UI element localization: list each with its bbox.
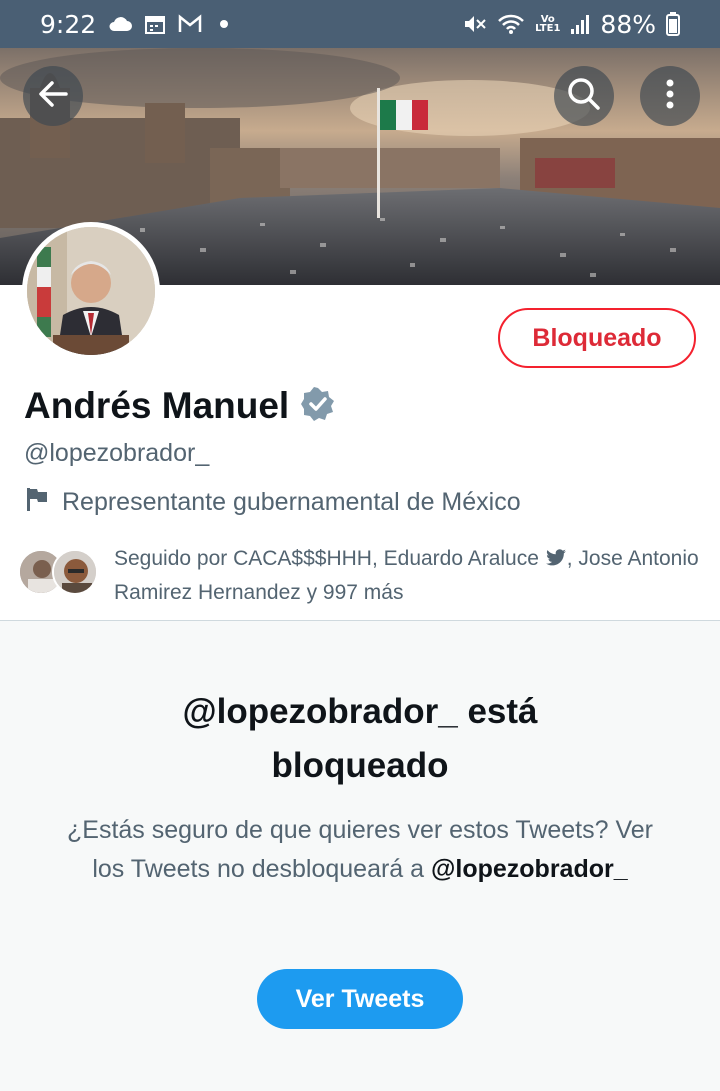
gmail-icon bbox=[178, 14, 202, 34]
more-vertical-icon bbox=[665, 78, 675, 115]
arrow-left-icon bbox=[36, 77, 70, 116]
twitter-bird-icon bbox=[545, 545, 567, 577]
volte-bottom-label: LTE1 bbox=[535, 23, 561, 34]
verified-badge-icon bbox=[301, 386, 335, 426]
followed-by-text: Seguido por CACA$$$HHH, Eduardo Araluce … bbox=[114, 543, 708, 609]
blocked-notice: @lopezobrador_ está bloqueado ¿Estás seg… bbox=[0, 621, 720, 1091]
profile-handle: @lopezobrador_ bbox=[24, 439, 210, 467]
profile-bio: Representante gubernamental de México bbox=[24, 486, 521, 519]
status-time: 9:22 bbox=[40, 9, 97, 39]
blocked-description: ¿Estás seguro de que quieres ver estos T… bbox=[60, 811, 660, 889]
calendar-icon bbox=[144, 13, 166, 35]
avatar-image bbox=[27, 227, 155, 355]
signal-icon bbox=[570, 13, 590, 35]
name-row: Andrés Manuel bbox=[24, 385, 335, 427]
flag-icon bbox=[24, 486, 50, 519]
battery-percent: 88% bbox=[600, 9, 656, 39]
notification-dot-icon bbox=[220, 20, 229, 28]
status-bar: 9:22 Vo LTE1 88% bbox=[0, 0, 720, 48]
wifi-icon bbox=[497, 13, 525, 35]
blocked-desc-handle: @lopezobrador_ bbox=[431, 855, 628, 883]
search-button[interactable] bbox=[554, 66, 614, 126]
search-icon bbox=[566, 76, 602, 117]
follower-avatar bbox=[52, 549, 98, 595]
view-tweets-button[interactable]: Ver Tweets bbox=[257, 969, 463, 1029]
followed-by[interactable]: Seguido por CACA$$$HHH, Eduardo Araluce … bbox=[18, 543, 708, 609]
volte-indicator: Vo LTE1 bbox=[535, 15, 561, 34]
profile-name: Andrés Manuel bbox=[24, 385, 290, 426]
cloud-icon bbox=[108, 16, 133, 32]
blocked-button[interactable]: Bloqueado bbox=[498, 308, 696, 368]
blocked-title-line1: @lopezobrador_ está bbox=[182, 692, 538, 731]
bio-text: Representante gubernamental de México bbox=[62, 488, 521, 516]
followed-by-prefix: Seguido por CACA$$$HHH, Eduardo Araluce bbox=[114, 547, 539, 570]
back-button[interactable] bbox=[23, 66, 83, 126]
more-options-button[interactable] bbox=[640, 66, 700, 126]
blocked-title: @lopezobrador_ está bloqueado bbox=[60, 685, 660, 793]
follower-avatars bbox=[18, 549, 108, 597]
profile-avatar[interactable] bbox=[22, 222, 160, 360]
status-right: Vo LTE1 88% bbox=[463, 10, 680, 39]
blocked-title-line2: bloqueado bbox=[271, 746, 449, 785]
battery-icon bbox=[666, 12, 680, 36]
status-left: 9:22 bbox=[40, 9, 229, 39]
mute-icon bbox=[463, 13, 487, 35]
